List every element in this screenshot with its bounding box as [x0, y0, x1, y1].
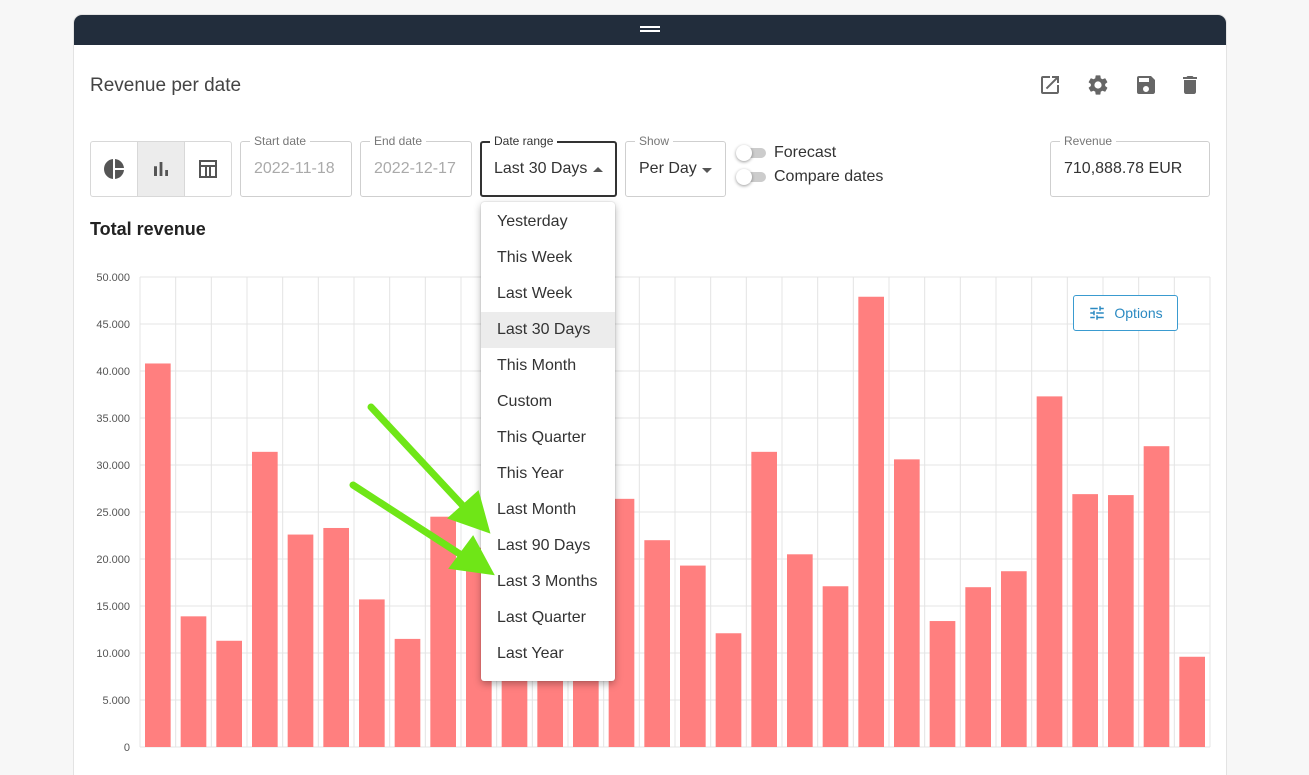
dropdown-option[interactable]: Last 3 Months [481, 564, 615, 600]
bar[interactable] [394, 638, 421, 747]
options-label: Options [1114, 305, 1163, 321]
forecast-toggle[interactable]: Forecast [736, 144, 837, 162]
dropdown-option[interactable]: Last 30 Days [481, 312, 615, 348]
y-tick-label: 10.000 [96, 648, 130, 660]
end-date-field[interactable]: End date 2022-12-17 [360, 134, 472, 197]
dropdown-option[interactable]: Last Quarter [481, 600, 615, 636]
compare-dates-switch[interactable] [736, 169, 766, 185]
bar[interactable] [287, 534, 314, 747]
dropdown-option[interactable]: Last 90 Days [481, 528, 615, 564]
dropdown-option[interactable]: This Week [481, 240, 615, 276]
revenue-total-field: Revenue 710,888.78 EUR [1050, 134, 1210, 197]
date-range-label: Date range [490, 134, 558, 148]
dropdown-option[interactable]: Last Week [481, 276, 615, 312]
dropdown-option[interactable]: Yesterday [481, 204, 615, 240]
revenue-label: Revenue [1060, 134, 1117, 148]
bar[interactable] [787, 554, 813, 747]
bar[interactable] [751, 451, 777, 747]
y-tick-label: 15.000 [96, 601, 130, 613]
y-tick-label: 45.000 [96, 319, 130, 331]
revenue-widget: Revenue per date Start date 2022-11-18 E… [74, 15, 1226, 775]
gear-icon[interactable] [1086, 73, 1110, 97]
dropdown-option[interactable]: This Quarter [481, 420, 615, 456]
y-tick-label: 5.000 [102, 695, 130, 707]
dropdown-option[interactable]: Last Month [481, 492, 615, 528]
revenue-bar-chart: 0 5.000 10.000 15.000 20.000 25.000 30.000 35.0… [96, 272, 1211, 754]
sliders-icon [1090, 306, 1105, 320]
chart-title: Total revenue [90, 219, 206, 239]
bar-chart-icon [154, 162, 168, 176]
dropdown-option[interactable]: This Year [481, 456, 615, 492]
show-select[interactable]: Show Per Day [625, 134, 726, 197]
date-range-dropdown: Yesterday This Week Last Week Last 30 Days T… [481, 202, 615, 681]
drag-bar[interactable] [74, 15, 1226, 45]
bar[interactable] [1072, 494, 1098, 747]
chart-type-switcher [90, 141, 232, 197]
caret-down-icon [702, 168, 712, 173]
bar[interactable] [1001, 571, 1027, 747]
bar[interactable] [644, 540, 670, 747]
bar[interactable] [965, 587, 991, 747]
bar[interactable] [858, 296, 884, 747]
bar[interactable] [430, 516, 456, 747]
y-tick-label: 25.000 [96, 507, 130, 519]
revenue-value: 710,888.78 EUR [1064, 160, 1183, 177]
bar[interactable] [715, 633, 742, 747]
caret-up-icon [593, 167, 603, 172]
start-date-field[interactable]: Start date 2022-11-18 [240, 134, 352, 197]
bar[interactable] [1179, 656, 1205, 747]
show-value: Per Day [639, 160, 697, 177]
widget-title: Revenue per date [90, 75, 242, 96]
y-tick-label: 0 [124, 742, 130, 754]
compare-dates-label: Compare dates [774, 168, 884, 185]
trash-icon[interactable] [1178, 73, 1202, 97]
y-tick-label: 40.000 [96, 366, 130, 378]
bar[interactable] [252, 451, 278, 747]
pie-chart-icon [104, 159, 124, 179]
end-date-label: End date [370, 134, 427, 148]
bar-chart-button[interactable] [138, 142, 185, 196]
bar[interactable] [1036, 396, 1063, 747]
y-tick-label: 20.000 [96, 554, 130, 566]
start-date-value: 2022-11-18 [254, 160, 335, 177]
forecast-label: Forecast [774, 144, 837, 161]
open-external-icon[interactable] [1038, 73, 1062, 97]
bar[interactable] [894, 459, 920, 747]
dropdown-option[interactable]: This Month [481, 348, 615, 384]
show-label: Show [635, 134, 674, 148]
bar[interactable] [1108, 495, 1134, 747]
bar[interactable] [1143, 446, 1170, 747]
bar[interactable] [216, 640, 242, 747]
save-icon[interactable] [1134, 73, 1158, 97]
forecast-switch[interactable] [736, 145, 766, 161]
end-date-value: 2022-12-17 [374, 160, 456, 177]
y-tick-label: 50.000 [96, 272, 130, 284]
bar[interactable] [180, 616, 207, 747]
dropdown-option[interactable]: Custom [481, 384, 615, 420]
bar[interactable] [145, 363, 171, 747]
table-view-button[interactable] [185, 142, 231, 196]
drag-handle-icon[interactable] [640, 26, 660, 28]
y-tick-label: 35.000 [96, 413, 130, 425]
dropdown-option[interactable]: Last Year [481, 636, 615, 672]
date-range-value: Last 30 Days [494, 160, 588, 177]
bar[interactable] [359, 599, 385, 747]
y-tick-label: 30.000 [96, 460, 130, 472]
bar[interactable] [680, 565, 706, 747]
options-button[interactable]: Options [1073, 295, 1178, 331]
pie-chart-button[interactable] [91, 142, 138, 196]
bar[interactable] [929, 621, 956, 747]
bar[interactable] [822, 586, 849, 747]
bar[interactable] [323, 527, 349, 747]
table-icon [199, 160, 217, 178]
compare-dates-toggle[interactable]: Compare dates [736, 168, 884, 186]
date-range-select[interactable]: Date range Last 30 Days [480, 134, 617, 197]
start-date-label: Start date [250, 134, 311, 148]
